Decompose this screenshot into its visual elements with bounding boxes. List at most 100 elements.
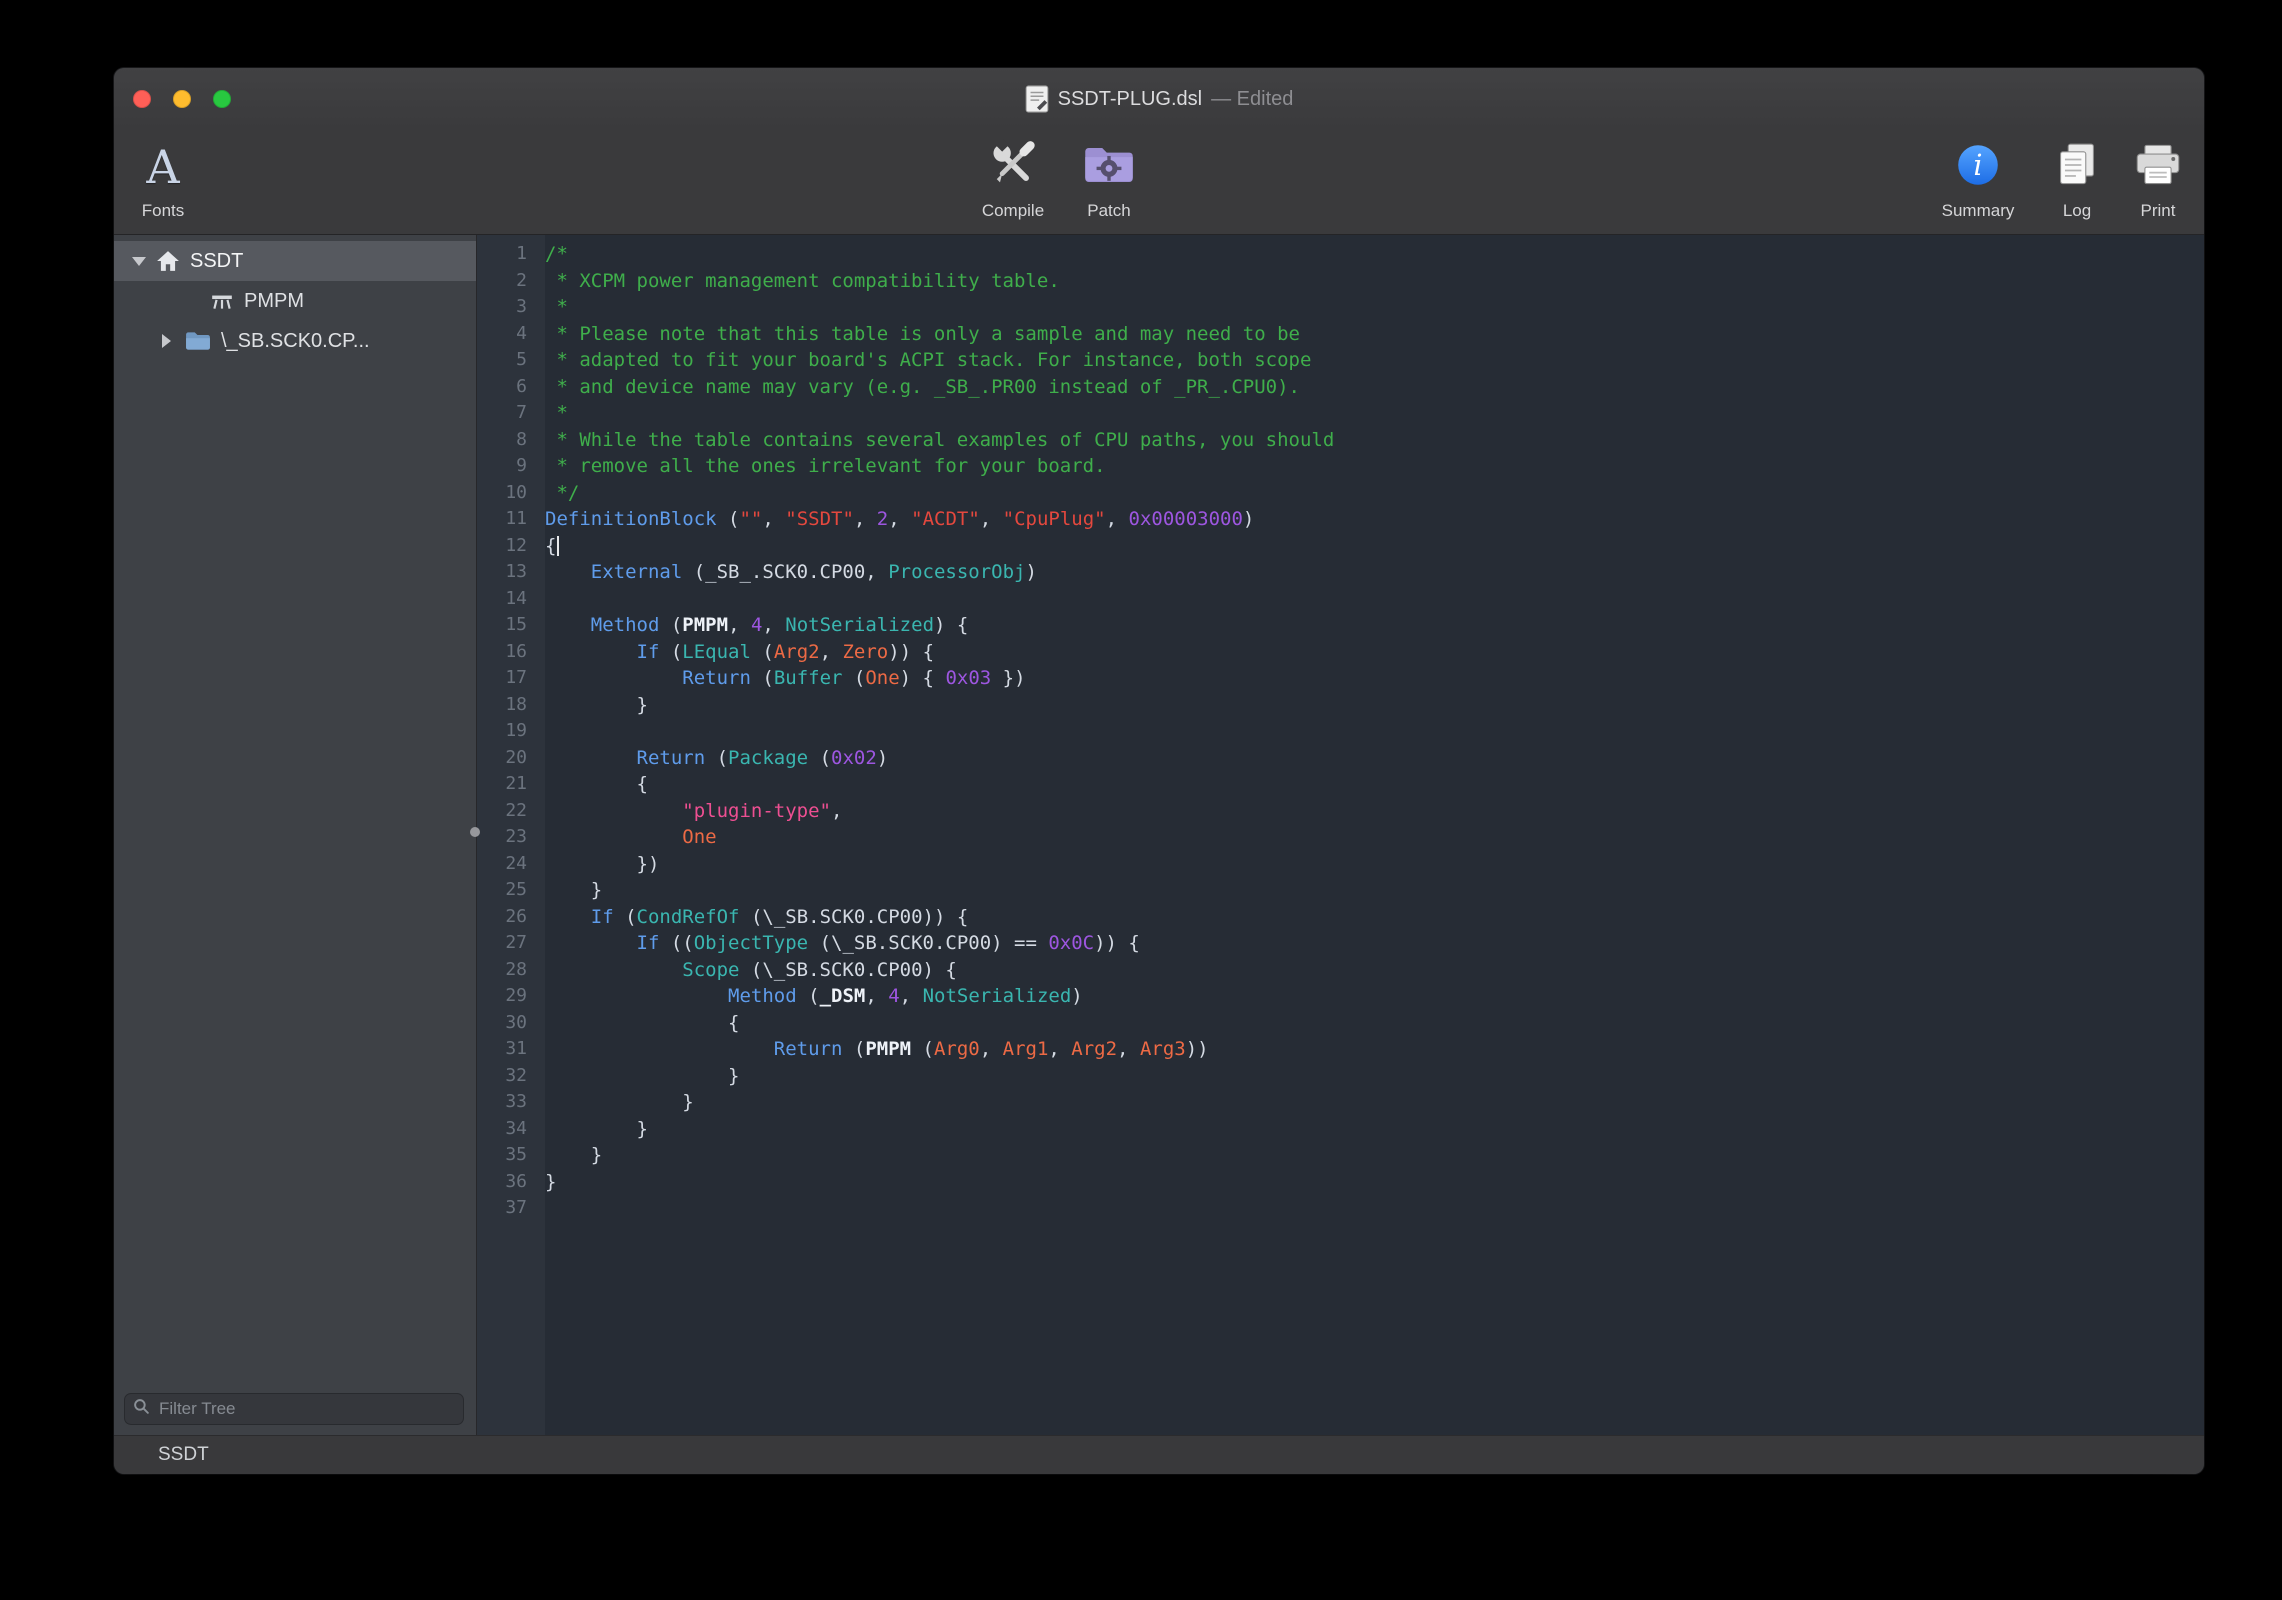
code-line[interactable]: 16 If (LEqual (Arg2, Zero)) { <box>477 639 2204 666</box>
code-line[interactable]: 35 } <box>477 1142 2204 1169</box>
line-number: 14 <box>477 586 545 613</box>
maciasl-window: SSDT-PLUG.dsl — Edited A Fonts <box>114 68 2204 1474</box>
zoom-button[interactable] <box>213 90 231 108</box>
code-text: /* <box>545 241 568 268</box>
minimize-button[interactable] <box>173 90 191 108</box>
line-number: 29 <box>477 983 545 1010</box>
code-line[interactable]: 11DefinitionBlock ("", "SSDT", 2, "ACDT"… <box>477 506 2204 533</box>
line-number: 28 <box>477 957 545 984</box>
code-line[interactable]: 1/* <box>477 241 2204 268</box>
code-text: Return (Buffer (One) { 0x03 }) <box>545 665 1026 692</box>
code-line[interactable]: 29 Method (_DSM, 4, NotSerialized) <box>477 983 2204 1010</box>
disclosure-right-icon[interactable] <box>162 334 171 348</box>
code-line[interactable]: 34 } <box>477 1116 2204 1143</box>
code-line[interactable]: 19 <box>477 718 2204 745</box>
code-line[interactable]: 31 Return (PMPM (Arg0, Arg1, Arg2, Arg3)… <box>477 1036 2204 1063</box>
compile-tools-icon <box>987 139 1039 196</box>
search-icon <box>133 1398 150 1420</box>
filter-tree-field[interactable] <box>124 1393 464 1425</box>
code-text: }) <box>545 851 659 878</box>
code-line[interactable]: 3 * <box>477 294 2204 321</box>
code-line[interactable]: 6 * and device name may vary (e.g. _SB_.… <box>477 374 2204 401</box>
code-line[interactable]: 27 If ((ObjectType (\_SB.SCK0.CP00) == 0… <box>477 930 2204 957</box>
code-text: * Please note that this table is only a … <box>545 321 1300 348</box>
line-number: 18 <box>477 692 545 719</box>
line-number: 13 <box>477 559 545 586</box>
document-icon <box>1025 85 1049 113</box>
code-line[interactable]: 25 } <box>477 877 2204 904</box>
fonts-label: Fonts <box>114 201 223 221</box>
line-number: 9 <box>477 453 545 480</box>
fonts-button[interactable]: A Fonts <box>114 134 223 221</box>
code-line[interactable]: 30 { <box>477 1010 2204 1037</box>
line-number: 37 <box>477 1195 545 1222</box>
close-button[interactable] <box>133 90 151 108</box>
code-line[interactable]: 28 Scope (\_SB.SCK0.CP00) { <box>477 957 2204 984</box>
code-line[interactable]: 4 * Please note that this table is only … <box>477 321 2204 348</box>
line-number: 17 <box>477 665 545 692</box>
code-text: } <box>545 877 602 904</box>
code-line[interactable]: 20 Return (Package (0x02) <box>477 745 2204 772</box>
code-line[interactable]: 15 Method (PMPM, 4, NotSerialized) { <box>477 612 2204 639</box>
line-number: 15 <box>477 612 545 639</box>
code-line[interactable]: 26 If (CondRefOf (\_SB.SCK0.CP00)) { <box>477 904 2204 931</box>
print-button[interactable]: Print <box>2098 134 2204 221</box>
sidebar-item-label: PMPM <box>244 290 304 313</box>
code-line[interactable]: 13 External (_SB_.SCK0.CP00, ProcessorOb… <box>477 559 2204 586</box>
code-line[interactable]: 24 }) <box>477 851 2204 878</box>
code-line[interactable]: 32 } <box>477 1063 2204 1090</box>
titlebar[interactable]: SSDT-PLUG.dsl — Edited <box>114 68 2204 130</box>
code-line[interactable]: 5 * adapted to fit your board's ACPI sta… <box>477 347 2204 374</box>
line-number: 23 <box>477 824 545 851</box>
code-text: } <box>545 1169 556 1196</box>
code-text: * <box>545 400 568 427</box>
sidebar-item-ssdt[interactable]: SSDT <box>114 241 476 281</box>
line-number: 35 <box>477 1142 545 1169</box>
sidebar-item-pmpm[interactable]: PMPM <box>114 281 476 321</box>
sidebar-item-sb-sck0[interactable]: \_SB.SCK0.CP... <box>114 321 476 361</box>
patch-button[interactable]: Patch <box>1049 134 1169 221</box>
fonts-icon: A <box>146 144 179 190</box>
code-text: } <box>545 1063 739 1090</box>
ssdt-tree: SSDT PMPM <box>114 235 476 361</box>
code-line[interactable]: 8 * While the table contains several exa… <box>477 427 2204 454</box>
line-number: 2 <box>477 268 545 295</box>
code-line[interactable]: 18 } <box>477 692 2204 719</box>
print-label: Print <box>2098 201 2204 221</box>
code-text: } <box>545 1142 602 1169</box>
window-title-edited: — Edited <box>1211 88 1293 111</box>
sidebar: SSDT PMPM <box>114 235 477 1435</box>
code-line[interactable]: 37 <box>477 1195 2204 1222</box>
code-line[interactable]: 9 * remove all the ones irrelevant for y… <box>477 453 2204 480</box>
disclosure-down-icon[interactable] <box>132 257 146 266</box>
code-line[interactable]: 21 { <box>477 771 2204 798</box>
code-line[interactable]: 14 <box>477 586 2204 613</box>
line-number: 30 <box>477 1010 545 1037</box>
print-printer-icon <box>2134 143 2182 192</box>
line-number: 32 <box>477 1063 545 1090</box>
splitter-handle[interactable] <box>470 827 480 837</box>
code-line[interactable]: 17 Return (Buffer (One) { 0x03 }) <box>477 665 2204 692</box>
line-number: 19 <box>477 718 545 745</box>
line-number: 6 <box>477 374 545 401</box>
code-line[interactable]: 7 * <box>477 400 2204 427</box>
code-text: Method (PMPM, 4, NotSerialized) { <box>545 612 968 639</box>
code-line[interactable]: 12{ <box>477 533 2204 560</box>
code-line[interactable]: 22 "plugin-type", <box>477 798 2204 825</box>
line-number: 31 <box>477 1036 545 1063</box>
code-text: If ((ObjectType (\_SB.SCK0.CP00) == 0x0C… <box>545 930 1140 957</box>
line-number: 33 <box>477 1089 545 1116</box>
code-line[interactable]: 2 * XCPM power management compatibility … <box>477 268 2204 295</box>
line-number: 12 <box>477 533 545 560</box>
line-number: 1 <box>477 241 545 268</box>
code-line[interactable]: 23 One <box>477 824 2204 851</box>
code-text: * and device name may vary (e.g. _SB_.PR… <box>545 374 1300 401</box>
code-editor[interactable]: 1/*2 * XCPM power management compatibili… <box>477 235 2204 1435</box>
code-line[interactable]: 36} <box>477 1169 2204 1196</box>
code-line[interactable]: 10 */ <box>477 480 2204 507</box>
filter-tree-input[interactable] <box>157 1398 455 1420</box>
code-text: One <box>545 824 717 851</box>
folder-icon <box>185 331 211 351</box>
code-line[interactable]: 33 } <box>477 1089 2204 1116</box>
code-lines: 1/*2 * XCPM power management compatibili… <box>477 235 2204 1222</box>
